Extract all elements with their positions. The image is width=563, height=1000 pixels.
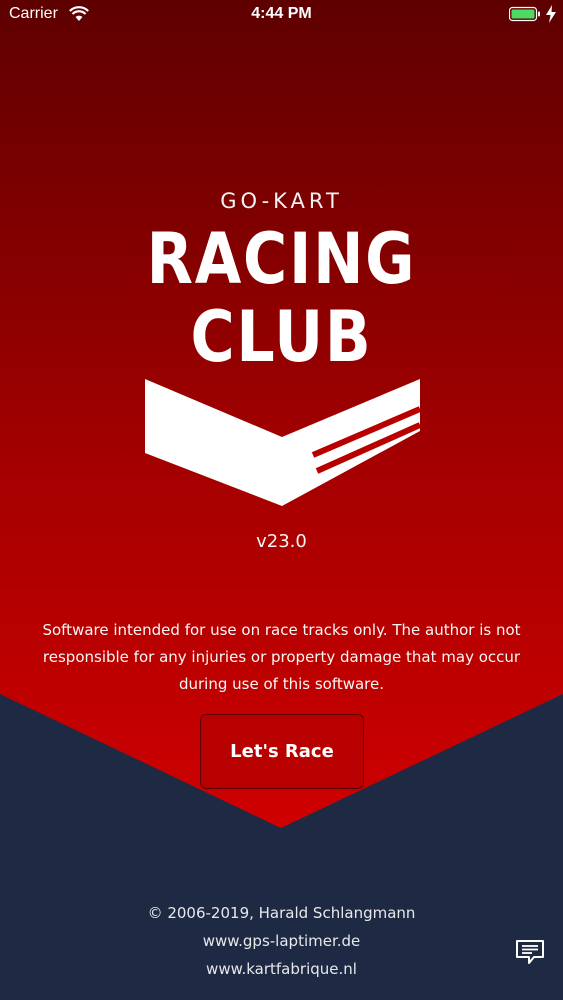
link-kartfabrique[interactable]: www.kartfabrique.nl [0,955,563,983]
clock: 4:44 PM [251,5,312,22]
copyright-text: © 2006-2019, Harald Schlangmann [147,904,416,922]
app-logo: GO-KART RACING CLUB [0,186,563,516]
status-bar: Carrier 4:44 PM [0,0,563,30]
lets-race-label: Let's Race [230,741,334,762]
chevron-logo-icon [145,379,420,506]
footer: © 2006-2019, Harald Schlangmann www.gps-… [0,899,563,983]
logo-title-club: CLUB [190,296,373,378]
logo-title-racing: RACING [146,218,417,300]
lets-race-button[interactable]: Let's Race [200,714,364,789]
app-version: v23.0 [256,531,307,552]
logo-subtitle: GO-KART [220,189,343,213]
chat-bubble-icon[interactable] [514,937,546,969]
disclaimer-text: Software intended for use on race tracks… [42,621,521,693]
charging-icon [546,5,556,23]
link-gps-laptimer[interactable]: www.gps-laptimer.de [0,927,563,955]
battery-icon [509,6,540,22]
